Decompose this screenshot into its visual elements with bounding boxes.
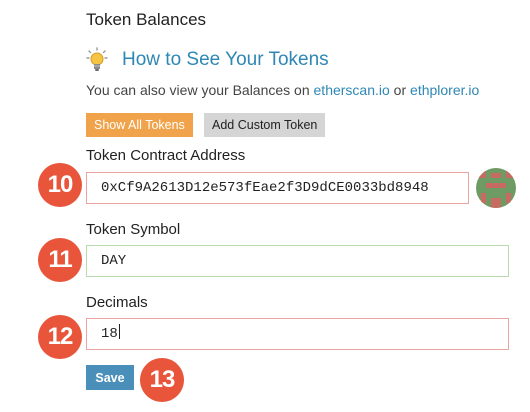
contract-address-label: Token Contract Address (86, 147, 246, 164)
etherscan-link[interactable]: etherscan.io (314, 82, 390, 98)
contract-address-input[interactable]: 0xCf9A2613D12e573fEae2f3D9dCE0033bd8948 (86, 172, 469, 204)
token-symbol-label: Token Symbol (86, 221, 181, 238)
step-badge-13: 13 (140, 358, 184, 402)
token-symbol-input[interactable]: DAY (86, 245, 509, 277)
step-badge-12: 12 (38, 315, 82, 359)
step-badge-10: 10 (38, 163, 82, 207)
section-title: Token Balances (86, 10, 207, 29)
ethplorer-link[interactable]: ethplorer.io (410, 82, 479, 98)
text-caret (118, 324, 120, 339)
decimals-value: 18 (101, 326, 118, 342)
note-prefix: You can also view your Balances on (86, 82, 314, 98)
howto-row[interactable]: How to See Your Tokens (86, 46, 329, 74)
save-button[interactable]: Save (86, 365, 134, 390)
identicon-avatar (476, 168, 516, 208)
decimals-input[interactable]: 18 (86, 318, 509, 350)
decimals-label: Decimals (86, 294, 148, 311)
balances-note: You can also view your Balances on ether… (86, 82, 479, 98)
contract-address-value: 0xCf9A2613D12e573fEae2f3D9dCE0033bd8948 (101, 180, 429, 196)
show-all-tokens-button[interactable]: Show All Tokens (86, 113, 193, 137)
token-symbol-value: DAY (101, 253, 127, 269)
add-custom-token-button[interactable]: Add Custom Token (204, 113, 326, 137)
lightbulb-icon (86, 47, 108, 73)
step-badge-11: 11 (38, 238, 82, 282)
howto-link[interactable]: How to See Your Tokens (122, 49, 329, 71)
note-mid: or (389, 82, 411, 98)
